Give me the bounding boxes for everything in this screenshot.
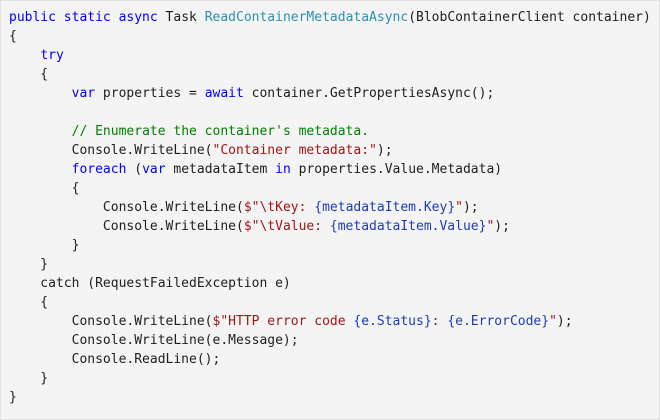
code-token-keyword: await xyxy=(204,86,244,101)
code-lines: public static async Task ReadContainerMe… xyxy=(9,8,659,407)
code-token-plain: properties.Value.Metadata) xyxy=(290,162,503,177)
code-token-string: "Container metadata:" xyxy=(212,143,377,158)
code-token-plain: } xyxy=(9,371,49,386)
code-token-type: ReadContainerMetadataAsync xyxy=(204,10,409,25)
code-line: var properties = await container.GetProp… xyxy=(9,84,659,103)
code-token-plain: { xyxy=(9,29,17,44)
code-token-interp: {e.ErrorCode} xyxy=(447,314,550,329)
code-token-plain: ); xyxy=(376,143,393,158)
code-token-string: " xyxy=(549,314,557,329)
code-token-keyword: var xyxy=(71,86,96,101)
code-token-string: " xyxy=(455,200,463,215)
code-line: catch (RequestFailedException e) xyxy=(9,274,659,293)
code-token-string: : xyxy=(431,314,448,329)
code-token-interp: {metadataItem.Value} xyxy=(329,219,487,234)
code-token-keyword: var xyxy=(142,162,166,177)
code-token-plain: properties = xyxy=(95,86,205,101)
code-token-plain: { xyxy=(9,181,80,196)
code-token-plain: Console.WriteLine(e.Message); xyxy=(9,333,299,348)
code-token-keyword: public static async xyxy=(9,10,166,25)
code-token-plain: catch (RequestFailedException e) xyxy=(9,276,291,291)
code-token-plain: container.GetPropertiesAsync(); xyxy=(243,86,495,101)
code-line: Console.WriteLine(e.Message); xyxy=(9,331,659,350)
code-line: { xyxy=(9,27,659,46)
code-line: Console.WriteLine($"HTTP error code {e.S… xyxy=(9,312,659,331)
code-token-plain: { xyxy=(9,295,49,310)
code-token-plain: { xyxy=(9,67,49,82)
code-token-plain: ); xyxy=(462,200,479,215)
code-token-string: $"HTTP error code xyxy=(212,314,354,329)
code-line: } xyxy=(9,369,659,388)
code-token-interp: {metadataItem.Key} xyxy=(314,200,456,215)
code-token-string: $"\tValue: xyxy=(243,219,330,234)
code-line: try xyxy=(9,46,659,65)
code-token-plain: } xyxy=(9,238,80,253)
code-token-plain: Console.WriteLine( xyxy=(9,219,244,234)
code-token-interp: {e.Status} xyxy=(353,314,432,329)
code-line: } xyxy=(9,388,659,407)
code-token-plain: ); xyxy=(556,314,573,329)
code-line: Console.WriteLine("Container metadata:")… xyxy=(9,141,659,160)
code-token-keyword: try xyxy=(40,48,64,63)
code-token-plain: Console.WriteLine( xyxy=(9,143,213,158)
code-token-plain: Console.ReadLine(); xyxy=(9,352,221,367)
code-token-plain: metadataItem xyxy=(165,162,276,177)
code-line: // Enumerate the container's metadata. xyxy=(9,122,659,141)
code-line: Console.ReadLine(); xyxy=(9,350,659,369)
code-token-keyword: in xyxy=(275,162,291,177)
code-line: { xyxy=(9,65,659,84)
code-token-string: $"\tKey: xyxy=(243,200,315,215)
code-token-keyword: foreach xyxy=(71,162,127,177)
code-line: Console.WriteLine($"\tValue: {metadataIt… xyxy=(9,217,659,236)
code-block: public static async Task ReadContainerMe… xyxy=(0,0,660,420)
code-token-comment: // Enumerate the container's metadata. xyxy=(71,124,370,139)
code-line: public static async Task ReadContainerMe… xyxy=(9,8,659,27)
code-token-plain: } xyxy=(9,390,17,405)
code-token-plain: ); xyxy=(494,219,510,234)
code-token-plain: Console.WriteLine( xyxy=(9,314,213,329)
code-line: { xyxy=(9,179,659,198)
code-token-plain: Task xyxy=(165,10,205,25)
code-token-plain: (BlobContainerClient container) xyxy=(408,10,651,25)
code-line: } xyxy=(9,236,659,255)
code-line: } xyxy=(9,255,659,274)
code-token-plain: ( xyxy=(126,162,143,177)
code-line: foreach (var metadataItem in properties.… xyxy=(9,160,659,179)
code-line: { xyxy=(9,293,659,312)
code-token-plain: Console.WriteLine( xyxy=(9,200,244,215)
code-line: Console.WriteLine($"\tKey: {metadataItem… xyxy=(9,198,659,217)
code-token-plain: } xyxy=(9,257,49,272)
